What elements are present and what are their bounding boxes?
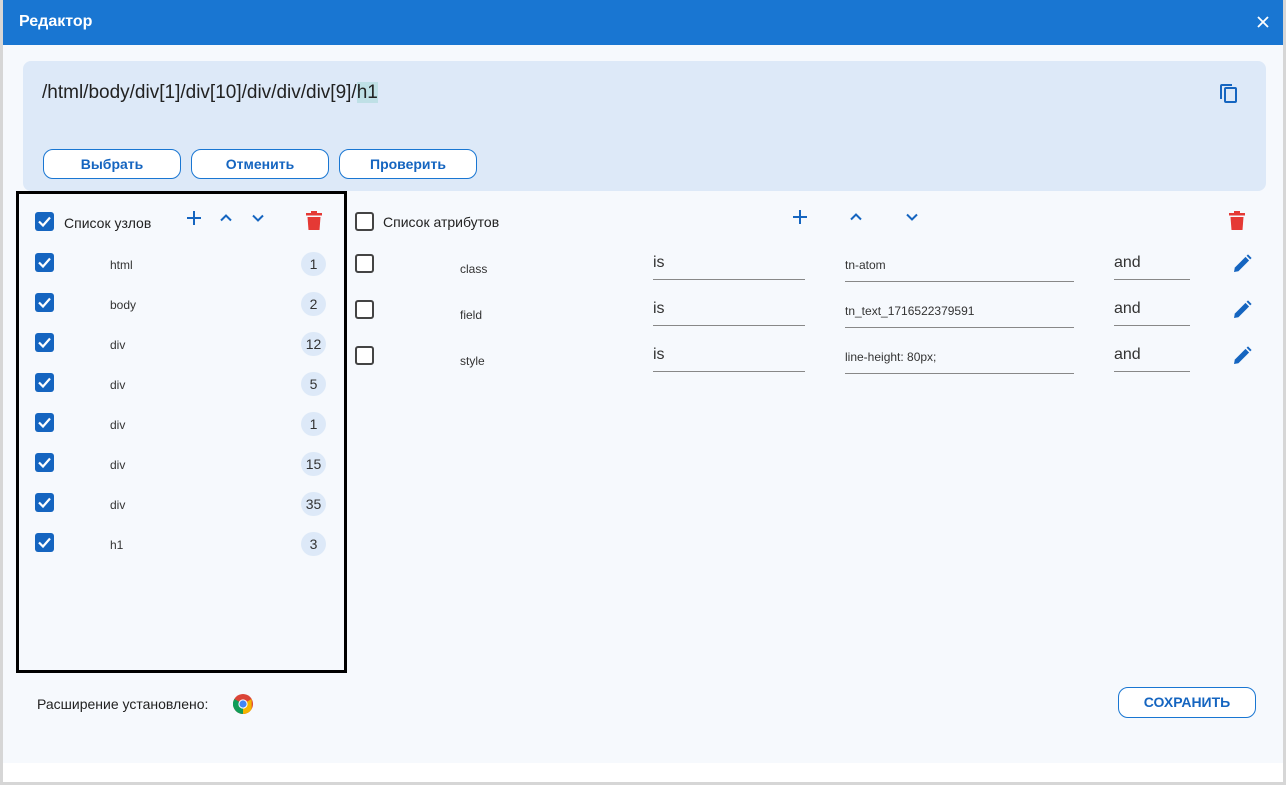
attribute-join-select[interactable]: and (1114, 254, 1190, 280)
node-count-badge: 5 (301, 372, 326, 396)
node-row: html 1 (19, 245, 344, 285)
pencil-icon[interactable] (1232, 300, 1252, 325)
node-checkbox[interactable] (35, 493, 54, 512)
node-count-badge: 1 (301, 252, 326, 276)
trash-icon[interactable] (306, 211, 322, 236)
node-count-badge: 3 (301, 532, 326, 556)
nodes-header: Список узлов (64, 215, 152, 231)
node-checkbox[interactable] (35, 373, 54, 392)
node-count-badge: 2 (301, 292, 326, 316)
node-checkbox[interactable] (35, 253, 54, 272)
xpath-prefix: /html/body/div[1]/div[10]/div/div/div[9]… (42, 82, 357, 103)
chevron-up-icon[interactable] (848, 209, 864, 230)
node-row: body 2 (19, 285, 344, 325)
attributes-header: Список атрибутов (383, 214, 500, 230)
node-name: div (110, 498, 126, 512)
attribute-value-field[interactable]: tn_text_1716522379591 (845, 304, 1074, 328)
node-name: div (110, 338, 126, 352)
select-button[interactable]: Выбрать (43, 149, 181, 179)
attribute-name: field (460, 308, 483, 322)
node-name: body (110, 298, 137, 312)
bottom-strip (3, 763, 1283, 782)
plus-icon[interactable] (185, 209, 203, 232)
cancel-button[interactable]: Отменить (191, 149, 329, 179)
node-name: h1 (110, 538, 124, 552)
node-row: div 5 (19, 365, 344, 405)
chevron-down-icon[interactable] (904, 209, 920, 230)
chrome-icon (233, 694, 253, 714)
attribute-operator-select[interactable]: is (653, 254, 805, 280)
node-name: div (110, 418, 126, 432)
extension-label: Расширение установлено: (37, 696, 209, 712)
xpath-highlight: h1 (356, 82, 378, 103)
attribute-name: class (460, 262, 488, 276)
check-button[interactable]: Проверить (339, 149, 477, 179)
trash-icon[interactable] (1229, 211, 1245, 236)
xpath-display[interactable]: /html/body/div[1]/div[10]/div/div/div[9]… (42, 82, 378, 104)
node-checkbox[interactable] (35, 453, 54, 472)
plus-icon[interactable] (791, 208, 809, 231)
chevron-down-icon[interactable] (250, 210, 266, 231)
node-count-badge: 1 (301, 412, 326, 436)
attribute-row: field is tn_text_1716522379591 and (353, 292, 1253, 338)
node-checkbox[interactable] (35, 333, 54, 352)
pencil-icon[interactable] (1232, 254, 1252, 279)
attribute-operator-select[interactable]: is (653, 346, 805, 372)
node-count-badge: 12 (301, 332, 326, 356)
copy-icon[interactable] (1218, 82, 1240, 106)
title-bar: Редактор (3, 0, 1283, 45)
save-button[interactable]: СОХРАНИТЬ (1118, 687, 1256, 718)
node-row: div 12 (19, 325, 344, 365)
attribute-value-field[interactable]: tn-atom (845, 258, 1074, 282)
node-row: div 15 (19, 445, 344, 485)
node-count-badge: 35 (301, 492, 326, 516)
node-name: div (110, 458, 126, 472)
attribute-checkbox[interactable] (355, 300, 374, 319)
node-count-badge: 15 (301, 452, 326, 476)
attribute-row: class is tn-atom and (353, 246, 1253, 292)
editor-dialog: Редактор /html/body/div[1]/div[10]/div/d… (3, 0, 1283, 782)
attributes-select-all-checkbox[interactable] (355, 212, 374, 231)
chevron-up-icon[interactable] (218, 210, 234, 231)
nodes-select-all-checkbox[interactable] (35, 212, 54, 231)
node-name: div (110, 378, 126, 392)
dialog-title: Редактор (19, 13, 93, 30)
attribute-checkbox[interactable] (355, 346, 374, 365)
nodes-panel: Список узлов html 1 body 2 div 12 div 5 div 1 div 1… (16, 191, 347, 673)
close-icon[interactable] (1253, 12, 1273, 32)
attribute-name: style (460, 354, 485, 368)
attribute-value-field[interactable]: line-height: 80px; (845, 350, 1074, 374)
attribute-row: style is line-height: 80px; and (353, 338, 1253, 384)
node-checkbox[interactable] (35, 413, 54, 432)
node-row: div 1 (19, 405, 344, 445)
pencil-icon[interactable] (1232, 346, 1252, 371)
node-row: h1 3 (19, 525, 344, 565)
attribute-join-select[interactable]: and (1114, 346, 1190, 372)
node-checkbox[interactable] (35, 533, 54, 552)
xpath-panel: /html/body/div[1]/div[10]/div/div/div[9]… (23, 61, 1266, 191)
node-name: html (110, 258, 133, 272)
node-row: div 35 (19, 485, 344, 525)
attribute-join-select[interactable]: and (1114, 300, 1190, 326)
attribute-operator-select[interactable]: is (653, 300, 805, 326)
node-checkbox[interactable] (35, 293, 54, 312)
attribute-checkbox[interactable] (355, 254, 374, 273)
